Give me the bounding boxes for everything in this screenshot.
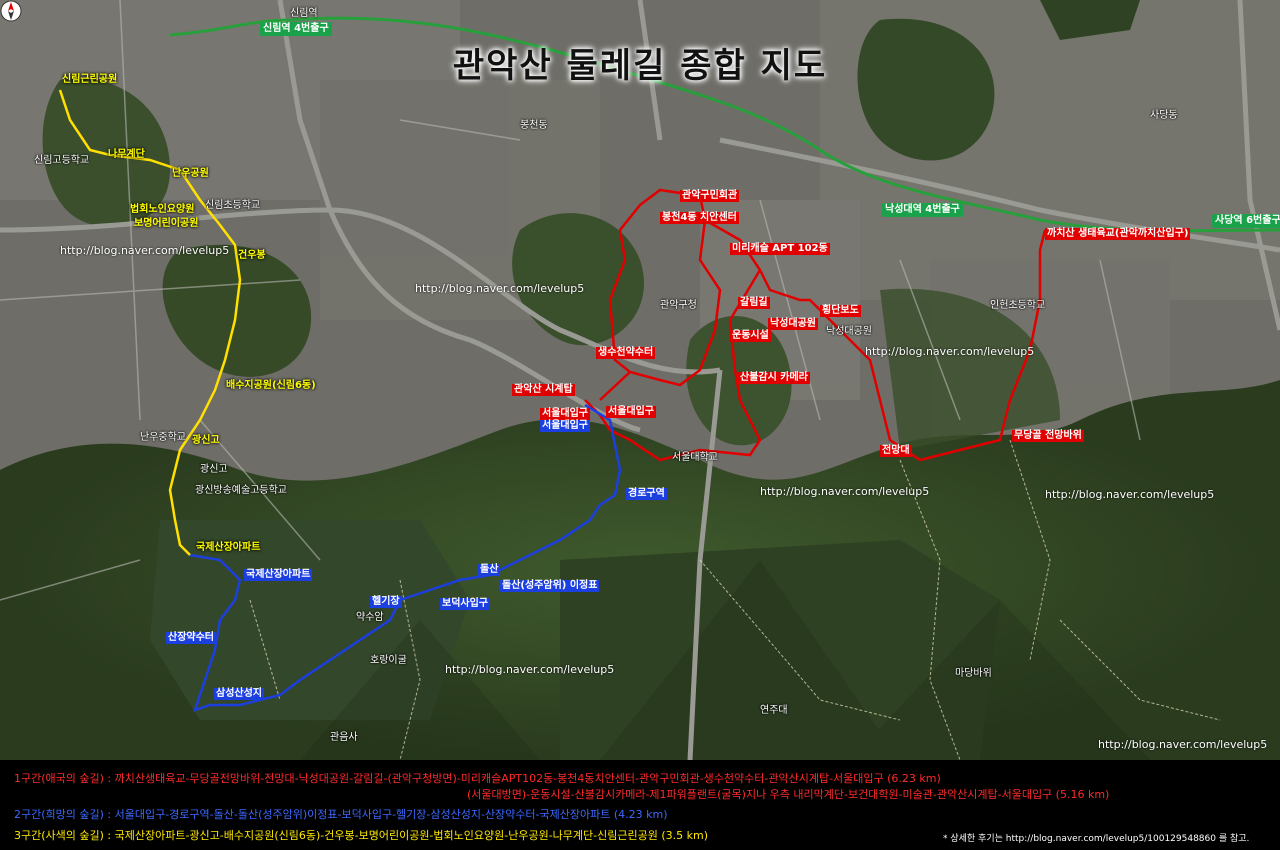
place-label: 신림고등학교 <box>34 155 90 166</box>
place-label: 광신방송예술고등학교 <box>195 485 287 496</box>
place-label: 마당바위 <box>955 668 992 679</box>
legend-course1-alt: (서울대방면)-운동시설-산불감시카메라-제1파워플랜트(굴목)지나 우측 내리… <box>467 788 1110 801</box>
legend-note: * 상세한 후기는 http://blog.naver.com/levelup5… <box>943 834 1250 844</box>
course1-point-label[interactable]: 갈림길 <box>738 297 770 309</box>
course2-point-label[interactable]: 보덕사입구 <box>440 598 490 610</box>
course1-point-label[interactable]: 운동시설 <box>730 330 771 342</box>
legend-course1: 1구간(애국의 숲길) : 까치산생태육교-무당골전망바위-전망대-낙성대공원-… <box>14 772 941 785</box>
course3-point-label[interactable]: 나무계단 <box>108 149 145 161</box>
place-label: 관음사 <box>330 732 358 743</box>
course1-point-label[interactable]: 관악산 시계탑 <box>512 384 575 396</box>
course1-point-label[interactable]: 서울대입구 <box>540 408 590 420</box>
course1-point-label[interactable]: 서울대입구 <box>606 406 656 418</box>
place-label: 약수암 <box>356 612 384 623</box>
course3-point-label[interactable]: 신림근린공원 <box>62 74 117 86</box>
course3-point-label[interactable]: 보명어린이공원 <box>134 218 198 230</box>
course1-point-label[interactable]: 산불감시 카메라 <box>738 372 810 384</box>
watermark: http://blog.naver.com/levelup5 <box>1098 738 1268 751</box>
course2-point-label[interactable]: 삼성산성지 <box>214 688 264 700</box>
course3-point-label[interactable]: 배수지공원(신림6동) <box>226 380 316 392</box>
place-label: 봉천동 <box>520 120 548 131</box>
course1-point-label[interactable]: 봉천4동 치안센터 <box>660 212 739 224</box>
course2-point-label[interactable]: 헬기장 <box>370 596 402 608</box>
course2-point-label[interactable]: 국제산장아파트 <box>244 569 313 581</box>
watermark: http://blog.naver.com/levelup5 <box>60 244 230 257</box>
place-label: 연주대 <box>760 705 788 716</box>
place-label: 관악구청 <box>660 300 697 311</box>
course3-point-label[interactable]: 난우공원 <box>172 168 209 180</box>
course1-point-label[interactable]: 무당골 전망바위 <box>1012 430 1084 442</box>
watermark: http://blog.naver.com/levelup5 <box>865 345 1035 358</box>
place-label: 낙성대공원 <box>826 326 872 337</box>
watermark: http://blog.naver.com/levelup5 <box>445 663 615 676</box>
course2-point-label[interactable]: 경로구역 <box>626 488 667 500</box>
station-label[interactable]: 신림역 4번출구 <box>260 22 332 36</box>
place-label: 사당동 <box>1150 110 1178 121</box>
course3-point-label[interactable]: 건우봉 <box>238 250 266 262</box>
station-label[interactable]: 사당역 6번출구 <box>1212 214 1280 228</box>
legend-course2: 2구간(희망의 숲길) : 서울대입구-경로구역-돌산-돌산(성주암위)이정표-… <box>14 808 668 821</box>
course1-point-label[interactable]: 관악구민회관 <box>680 190 740 202</box>
place-label: 광신고 <box>200 464 228 475</box>
route-legend: 1구간(애국의 숲길) : 까치산생태육교-무당골전망바위-전망대-낙성대공원-… <box>0 760 1280 850</box>
course2-point-label[interactable]: 산장약수터 <box>166 632 216 644</box>
course3-point-label[interactable]: 법회노인요양원 <box>130 204 194 216</box>
course1-point-label[interactable]: 낙성대공원 <box>768 318 818 330</box>
course1-point-label[interactable]: 전망대 <box>880 445 912 457</box>
place-label: 인헌초등학교 <box>990 300 1046 311</box>
course3-point-label[interactable]: 국제산장아파트 <box>196 542 260 554</box>
map-title: 관악산 둘레길 종합 지도 <box>452 46 828 86</box>
place-label: 호랑이굴 <box>370 655 407 666</box>
course3-point-label[interactable]: 광신고 <box>192 435 220 447</box>
course2-point-label[interactable]: 돌산 <box>478 564 501 576</box>
legend-course3: 3구간(사색의 숲길) : 국제산장아파트-광신고-배수지공원(신림6동)-건우… <box>14 829 708 842</box>
course1-point-label[interactable]: 까치산 생태육교(관악까치산입구) <box>1045 228 1191 240</box>
map-canvas <box>0 0 1280 760</box>
satellite-map[interactable]: 관악산 둘레길 종합 지도 http://blog.naver.com/leve… <box>0 0 1280 760</box>
watermark: http://blog.naver.com/levelup5 <box>415 282 585 295</box>
watermark: http://blog.naver.com/levelup5 <box>1045 488 1215 501</box>
north-compass-icon <box>0 0 22 22</box>
course1-point-label[interactable]: 생수천약수터 <box>596 347 656 359</box>
place-label: 서울대학교 <box>672 452 718 463</box>
course2-point-label[interactable]: 돌산(성주암위) 이정표 <box>500 580 600 592</box>
course1-point-label[interactable]: 미리캐슬 APT 102동 <box>730 243 830 255</box>
course2-point-label[interactable]: 서울대입구 <box>540 420 590 432</box>
station-label[interactable]: 낙성대역 4번출구 <box>882 203 963 217</box>
place-label: 난우중학교 <box>140 432 186 443</box>
place-label: 신림초등학교 <box>205 200 261 211</box>
course1-point-label[interactable]: 횡단보도 <box>820 305 861 317</box>
watermark: http://blog.naver.com/levelup5 <box>760 485 930 498</box>
place-label: 신림역 <box>290 8 318 19</box>
